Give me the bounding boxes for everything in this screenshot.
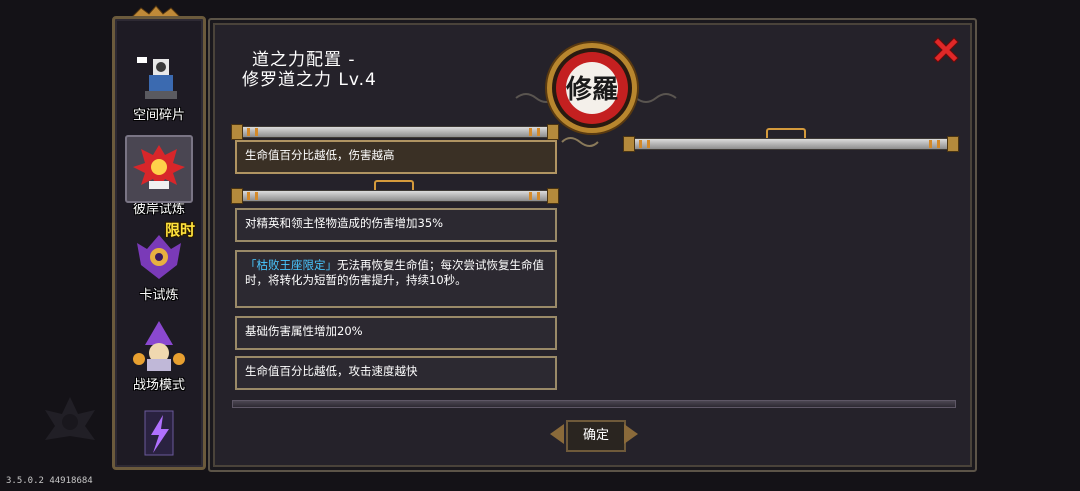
buff-text: 生命值百分比越低，攻击速度越快	[245, 364, 418, 378]
buff-text: 对精英和领主怪物造成的伤害增加35%	[245, 216, 444, 230]
left-arrow-icon	[550, 424, 564, 444]
bottom-divider	[232, 400, 956, 408]
sidebar-item-card-trial[interactable]: 限时 卡试炼	[119, 221, 199, 303]
rail-divider	[231, 124, 559, 140]
sidebar-item-space-fragment[interactable]: 空间碎片	[119, 45, 199, 123]
purple-mage-icon	[133, 321, 185, 371]
buff-text: 生命值百分比越低，伤害越高	[245, 148, 395, 162]
limited-time-badge: 限时	[164, 221, 195, 239]
confirm-label: 确定	[566, 420, 626, 452]
buff-card-withered-throne[interactable]: 「枯败王座限定」无法再恢复生命值；每次尝试恢复生命值时，将转化为短暂的伤害提升，…	[235, 250, 557, 308]
confirm-button[interactable]: 确定	[548, 416, 640, 452]
page-title: 道之力配置 - 修罗道之力 Lv.4	[242, 50, 377, 90]
sidebar-item-battlefield[interactable]: 战场模式	[119, 315, 199, 393]
lotus-emblem-icon	[45, 397, 95, 440]
rail-divider	[623, 136, 959, 152]
rail-clip	[374, 180, 414, 190]
right-arrow-icon	[624, 424, 638, 444]
sidebar-item-shore-trial[interactable]: 彼岸试炼	[119, 135, 199, 217]
mode-sidebar: 空间碎片 彼岸试炼 限时 卡试炼 战场模式	[112, 16, 206, 470]
sidebar-item-label: 卡试炼	[139, 288, 179, 303]
close-icon[interactable]	[930, 34, 962, 66]
lightning-card-icon	[144, 410, 174, 456]
red-flower-icon	[133, 145, 185, 189]
buff-text: 基础伤害属性增加20%	[245, 324, 363, 338]
buff-card-low-hp-damage[interactable]: 生命值百分比越低，伤害越高	[235, 140, 557, 174]
space-fragment-icon	[137, 57, 177, 99]
sidebar-item-label: 彼岸试炼	[132, 202, 185, 217]
sidebar-item-lightning[interactable]	[119, 403, 199, 467]
shura-medallion-icon: 修羅	[545, 41, 639, 135]
buff-card-elite-damage[interactable]: 对精英和领主怪物造成的伤害增加35%	[235, 208, 557, 242]
version-label: 3.5.0.2 44918684	[6, 476, 93, 486]
buff-card-low-hp-attack-speed[interactable]: 生命值百分比越低，攻击速度越快	[235, 356, 557, 390]
sidebar-item-label: 战场模式	[132, 378, 185, 393]
buff-card-base-damage[interactable]: 基础伤害属性增加20%	[235, 316, 557, 350]
title-line-1: 道之力配置 -	[252, 50, 356, 70]
buff-highlight-tag: 「枯败王座限定」	[245, 258, 337, 272]
rail-clip	[766, 128, 806, 138]
sidebar-item-label: 空间碎片	[132, 108, 185, 123]
title-line-2: 修罗道之力 Lv.4	[242, 70, 377, 90]
rail-divider	[231, 188, 559, 204]
medallion-text: 修羅	[565, 74, 618, 105]
